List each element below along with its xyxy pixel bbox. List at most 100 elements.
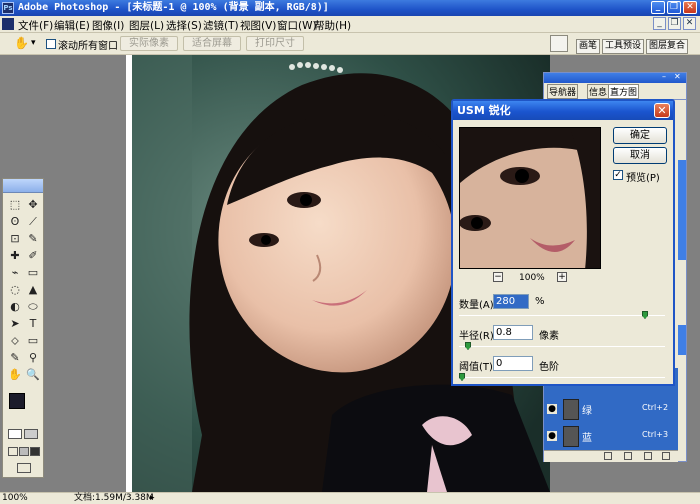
tool-icon[interactable]: ⬚ [6, 197, 24, 212]
channel-row-green[interactable]: ● 绿 Ctrl+2 [544, 396, 678, 423]
tool-icon[interactable]: ⬭ [24, 299, 42, 314]
menu-file[interactable]: 文件(F) [18, 18, 53, 33]
screen-mode-standard-icon[interactable] [8, 447, 18, 456]
toolbox-header[interactable] [3, 179, 43, 193]
tool-icon[interactable]: ⬦ [6, 333, 24, 348]
status-menu-arrow-icon[interactable]: ▸ [150, 493, 155, 504]
tab-histogram[interactable]: 直方图 [608, 84, 640, 99]
tool-icon[interactable]: T [24, 316, 42, 331]
new-channel-icon[interactable] [644, 452, 652, 460]
menu-layer[interactable]: 图层(L) [129, 18, 164, 33]
tool-icon[interactable]: ⊡ [6, 231, 24, 246]
doc-close-button[interactable]: ✕ [683, 17, 696, 30]
menu-view[interactable]: 视图(V) [240, 18, 276, 33]
jump-to-imageready-icon[interactable] [17, 463, 31, 473]
ok-button[interactable]: 确定 [613, 127, 667, 144]
hand-tool-icon[interactable]: ✋ [14, 36, 29, 50]
zoom-in-button[interactable]: + [557, 272, 567, 282]
menu-bar: 文件(F) 编辑(E) 图像(I) 图层(L) 选择(S) 滤镜(T) 视图(V… [0, 16, 700, 33]
channel-shortcut: Ctrl+2 [642, 403, 669, 412]
navigator-collapse-icon[interactable]: – [662, 72, 666, 81]
tool-icon[interactable]: 🔍 [24, 367, 42, 382]
minimize-button[interactable]: _ [651, 1, 665, 14]
standard-mode-icon[interactable] [8, 429, 22, 439]
title-bar: Ps Adobe Photoshop - [未标题-1 @ 100% (背景 副… [0, 0, 700, 16]
menu-help[interactable]: 帮助(H) [314, 18, 351, 33]
fit-screen-button[interactable]: 适合屏幕 [183, 36, 241, 51]
tab-navigator[interactable]: 导航器 [547, 84, 579, 99]
menu-window[interactable]: 窗口(W) [277, 18, 317, 33]
tool-icon[interactable]: ⌁ [6, 265, 24, 280]
screen-mode-full-icon[interactable] [30, 447, 40, 456]
screen-mode-full-menu-icon[interactable] [19, 447, 29, 456]
threshold-slider-track[interactable] [459, 377, 665, 378]
doc-restore-button[interactable]: ❐ [668, 17, 681, 30]
tool-icon[interactable]: ◐ [6, 299, 24, 314]
menu-filter[interactable]: 滤镜(T) [203, 18, 239, 33]
tool-icon[interactable]: ⟋ [24, 214, 42, 229]
radius-slider-thumb[interactable] [465, 342, 471, 350]
tool-icon[interactable]: ✚ [6, 248, 24, 263]
amount-unit: % [535, 296, 545, 307]
tool-icon[interactable]: ◌ [6, 282, 24, 297]
toolbox: ⬚ ✥ ʘ ⟋ ⊡ ✎ ✚ ✐ ⌁ ▭ ◌ ▲ ◐ ⬭ ➤ T ⬦ ▭ ✎ ⚲ ✋ 🔍 [2, 178, 44, 478]
tool-icon[interactable]: ✐ [24, 248, 42, 263]
channels-footer [544, 450, 678, 462]
doc-minimize-button[interactable]: _ [653, 17, 666, 30]
radius-input[interactable]: 0.8 [493, 325, 533, 340]
window-title: Adobe Photoshop - [未标题-1 @ 100% (背景 副本, … [18, 2, 329, 13]
tool-icon[interactable]: ▭ [24, 333, 42, 348]
dialog-title[interactable]: USM 锐化 [453, 101, 673, 120]
palette-scroll-accent [678, 160, 686, 260]
tab-brushes[interactable]: 画笔 [576, 39, 601, 54]
tab-tool-presets[interactable]: 工具预设 [602, 39, 645, 54]
tool-icon[interactable]: ✋ [6, 367, 24, 382]
channel-row-blue[interactable]: ● 蓝 Ctrl+3 [544, 423, 678, 450]
dialog-close-button[interactable]: ✕ [654, 103, 670, 118]
menu-select[interactable]: 选择(S) [166, 18, 202, 33]
tool-icon[interactable]: ✎ [24, 231, 42, 246]
amount-slider-thumb[interactable] [642, 311, 648, 319]
navigator-close-icon[interactable]: ✕ [674, 72, 681, 81]
save-selection-icon[interactable] [624, 452, 632, 460]
amount-input[interactable]: 280 [493, 294, 529, 309]
tool-icon[interactable]: ✥ [24, 197, 42, 212]
radius-slider-track[interactable] [459, 346, 665, 347]
threshold-input[interactable]: 0 [493, 356, 533, 371]
print-size-button[interactable]: 打印尺寸 [246, 36, 304, 51]
preview-window[interactable] [459, 127, 601, 269]
restore-button[interactable]: ❐ [667, 1, 681, 14]
threshold-slider-thumb[interactable] [459, 373, 465, 381]
amount-slider-track[interactable] [459, 315, 665, 316]
amount-label: 数量(A): [459, 300, 498, 311]
close-button[interactable]: ✕ [683, 1, 697, 14]
visibility-eye-icon[interactable]: ● [547, 404, 557, 414]
visibility-eye-icon[interactable]: ● [547, 431, 557, 441]
actual-pixels-button[interactable]: 实际像素 [120, 36, 178, 51]
channel-name: 蓝 [582, 433, 592, 444]
load-selection-icon[interactable] [604, 452, 612, 460]
preview-checkbox[interactable]: ✓ [613, 170, 623, 180]
tool-icon[interactable]: ⚲ [24, 350, 42, 365]
tool-icon[interactable]: ✎ [6, 350, 24, 365]
zoom-out-button[interactable]: − [493, 272, 503, 282]
tab-layer-comps[interactable]: 图层复合 [646, 39, 689, 54]
menu-edit[interactable]: 编辑(E) [54, 18, 90, 33]
tab-info[interactable]: 信息 [587, 84, 610, 99]
tool-icon[interactable]: ʘ [6, 214, 24, 229]
unsharp-mask-dialog: USM 锐化 ✕ 确定 取消 ✓ 预览(P) − 100% + 数量(A): 2… [451, 99, 675, 386]
channel-thumbnail [563, 399, 579, 420]
file-browser-icon[interactable] [550, 35, 568, 52]
menu-image[interactable]: 图像(I) [92, 18, 124, 33]
tool-icon[interactable]: ▭ [24, 265, 42, 280]
tool-preset-dropdown[interactable]: ▾ [31, 38, 36, 48]
cancel-button[interactable]: 取消 [613, 147, 667, 164]
status-zoom[interactable]: 100% [2, 493, 28, 504]
scroll-all-windows-checkbox[interactable] [46, 39, 56, 49]
trash-icon[interactable] [662, 452, 670, 460]
foreground-color-swatch[interactable] [9, 393, 25, 409]
tool-icon[interactable]: ▲ [24, 282, 42, 297]
preview-image [460, 128, 600, 268]
tool-icon[interactable]: ➤ [6, 316, 24, 331]
quick-mask-icon[interactable] [24, 429, 38, 439]
